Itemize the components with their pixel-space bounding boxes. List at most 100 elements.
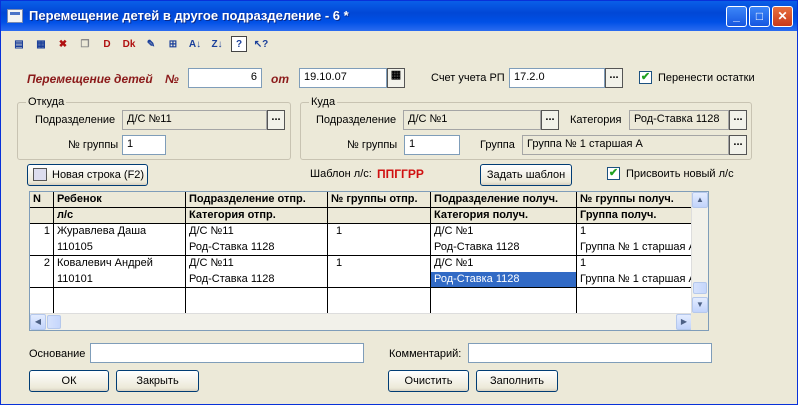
to-dept-field[interactable]: Д/С №1 xyxy=(403,110,541,130)
maximize-button[interactable]: □ xyxy=(749,6,770,27)
fill-button[interactable]: Заполнить xyxy=(476,370,558,392)
row-1-child[interactable]: Журавлева Даша xyxy=(54,224,186,240)
help-icon[interactable]: ? xyxy=(231,36,247,52)
date-from-label: от xyxy=(271,72,289,86)
to-group-num-label: № группы xyxy=(347,139,398,151)
row-2-child[interactable]: Ковалевич Андрей xyxy=(54,256,186,272)
row-1-group-from[interactable]: 1 xyxy=(328,224,431,256)
transfer-balance-checkbox[interactable]: ✔ xyxy=(639,71,652,84)
to-group-select-button[interactable]: ... xyxy=(729,135,747,155)
insert-row-icon[interactable]: ▦ xyxy=(33,36,49,52)
to-category-select-button[interactable]: ... xyxy=(729,110,747,130)
horizontal-scrollbar[interactable]: ◀ ▶ xyxy=(30,313,693,330)
comment-field[interactable] xyxy=(468,343,712,363)
horizontal-scroll-thumb[interactable] xyxy=(47,315,61,329)
sort-desc-icon[interactable]: Z↓ xyxy=(209,36,225,52)
row-2-group-to[interactable]: Группа № 1 старшая А xyxy=(577,272,693,288)
calendar-icon[interactable]: ▦ xyxy=(387,68,405,88)
edit-icon[interactable]: ✎ xyxy=(143,36,159,52)
assign-new-ls-checkbox[interactable]: ✔ xyxy=(607,167,620,180)
set-template-button[interactable]: Задать шаблон xyxy=(480,164,572,186)
row-2-dept-to[interactable]: Д/С №1 xyxy=(431,256,577,272)
row-1-n[interactable]: 1 xyxy=(30,224,54,256)
empty-row-cell[interactable] xyxy=(54,288,186,314)
scroll-left-icon[interactable]: ◀ xyxy=(30,314,46,330)
row-2-dept-from[interactable]: Д/С №11 xyxy=(186,256,328,272)
date-field[interactable]: 19.10.07 xyxy=(299,68,387,88)
row-1-cat-to[interactable]: Род-Ставка 1128 xyxy=(431,240,577,256)
column-header-group-to[interactable]: Группа получ. xyxy=(577,208,693,224)
from-dept-select-button[interactable]: ... xyxy=(267,110,285,130)
dk-icon[interactable]: Dk xyxy=(121,36,137,52)
empty-row-cell[interactable] xyxy=(186,288,328,314)
insert-icon[interactable]: ⊞ xyxy=(165,36,181,52)
vertical-scroll-thumb[interactable] xyxy=(693,282,707,294)
new-row-icon[interactable]: ▤ xyxy=(11,36,27,52)
column-header-cat-to[interactable]: Категория получ. xyxy=(431,208,577,224)
row-2-n[interactable]: 2 xyxy=(30,256,54,288)
row-1-dept-from[interactable]: Д/С №11 xyxy=(186,224,328,240)
column-header-group-from[interactable]: № группы отпр. xyxy=(328,192,431,208)
row-2-cat-from[interactable]: Род-Ставка 1128 xyxy=(186,272,328,288)
scroll-right-icon[interactable]: ▶ xyxy=(676,314,692,330)
empty-row-cell[interactable] xyxy=(328,288,431,314)
row-1-dept-to[interactable]: Д/С №1 xyxy=(431,224,577,240)
column-header-dept-from[interactable]: Подразделение отпр. xyxy=(186,192,328,208)
pointer-help-icon[interactable]: ↖? xyxy=(253,36,269,52)
row-2-ls[interactable]: 110101 xyxy=(54,272,186,288)
basis-field[interactable] xyxy=(90,343,364,363)
column-header-cat-from[interactable]: Категория отпр. xyxy=(186,208,328,224)
to-group-num-field[interactable]: 1 xyxy=(404,135,460,155)
column-header-n[interactable]: N xyxy=(30,192,54,208)
to-dept-select-button[interactable]: ... xyxy=(541,110,559,130)
vertical-scrollbar[interactable]: ▲ ▼ xyxy=(691,192,708,314)
scroll-down-icon[interactable]: ▼ xyxy=(692,297,708,313)
main-window: Перемещение детей в другое подразделение… xyxy=(0,0,798,405)
to-group-field[interactable]: Группа № 1 старшая А xyxy=(522,135,729,155)
row-1-group-to-num[interactable]: 1 xyxy=(577,224,693,240)
empty-row-cell[interactable] xyxy=(30,288,54,314)
from-group-legend: Откуда xyxy=(26,96,67,108)
delete-icon[interactable]: D xyxy=(99,36,115,52)
column-header-group-to-num[interactable]: № группы получ. xyxy=(577,192,693,208)
to-category-label: Категория xyxy=(570,114,622,126)
transfer-balance-label: Перенести остатки xyxy=(658,72,755,84)
scroll-up-icon[interactable]: ▲ xyxy=(692,192,708,208)
clear-button[interactable]: Очистить xyxy=(388,370,469,392)
from-dept-field[interactable]: Д/С №11 xyxy=(122,110,267,130)
minimize-button[interactable]: _ xyxy=(726,6,747,27)
new-row-button[interactable]: Новая строка (F2) xyxy=(27,164,148,186)
delete-row-icon[interactable]: ✖ xyxy=(55,36,71,52)
column-header-child[interactable]: Ребенок xyxy=(54,192,186,208)
column-header-dept-to[interactable]: Подразделение получ. xyxy=(431,192,577,208)
new-row-label: Новая строка (F2) xyxy=(52,169,145,181)
to-dept-label: Подразделение xyxy=(316,114,397,126)
copy-row-icon[interactable]: ❐ xyxy=(77,36,93,52)
row-1-cat-from[interactable]: Род-Ставка 1128 xyxy=(186,240,328,256)
number-label: № xyxy=(165,72,179,86)
to-category-field[interactable]: Род-Ставка 1128 xyxy=(629,110,729,130)
account-label: Счет учета РП xyxy=(431,72,505,84)
new-row-icon xyxy=(33,168,47,181)
app-icon xyxy=(7,9,23,23)
row-1-ls[interactable]: 110105 xyxy=(54,240,186,256)
empty-row-cell[interactable] xyxy=(577,288,693,314)
row-1-group-to[interactable]: Группа № 1 старшая А xyxy=(577,240,693,256)
account-select-button[interactable]: ... xyxy=(605,68,623,88)
column-header-n-sub[interactable] xyxy=(30,208,54,224)
account-field[interactable]: 17.2.0 xyxy=(509,68,605,88)
row-2-group-to-num[interactable]: 1 xyxy=(577,256,693,272)
close-button[interactable]: ✕ xyxy=(772,6,793,27)
row-2-cat-to[interactable]: Род-Ставка 1128 xyxy=(431,272,577,288)
document-number-field[interactable]: 6 xyxy=(188,68,262,88)
title-bar[interactable]: Перемещение детей в другое подразделение… xyxy=(1,1,797,31)
column-header-group-from-sub[interactable] xyxy=(328,208,431,224)
children-grid[interactable]: N Ребенок л/с Подразделение отпр. Катего… xyxy=(29,191,709,331)
empty-row-cell[interactable] xyxy=(431,288,577,314)
sort-asc-icon[interactable]: A↓ xyxy=(187,36,203,52)
column-header-ls[interactable]: л/с xyxy=(54,208,186,224)
row-2-group-from[interactable]: 1 xyxy=(328,256,431,288)
from-group-field[interactable]: 1 xyxy=(122,135,166,155)
ok-button[interactable]: ОК xyxy=(29,370,109,392)
close-form-button[interactable]: Закрыть xyxy=(116,370,199,392)
